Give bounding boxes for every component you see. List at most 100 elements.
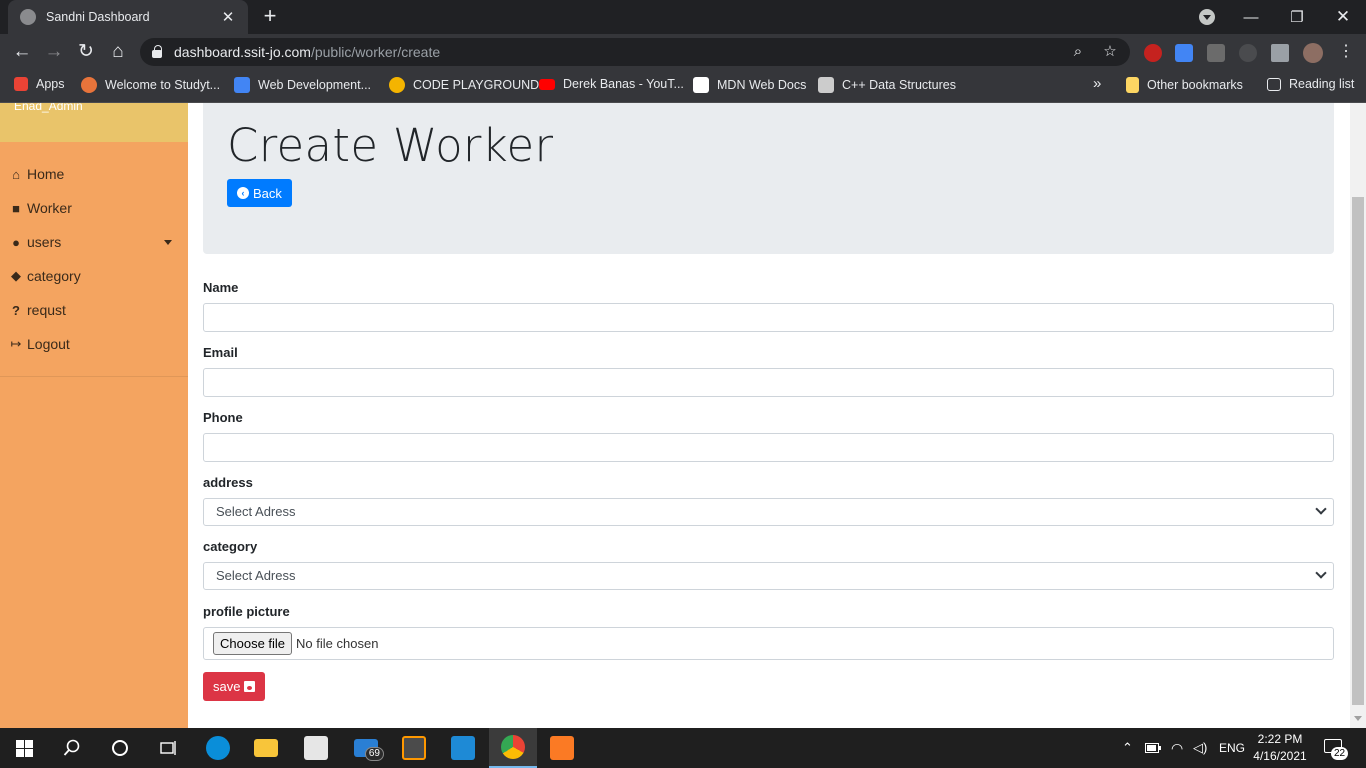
- other-bookmarks[interactable]: Other bookmarks: [1126, 77, 1243, 93]
- sidebar-item-logout[interactable]: ↦ Logout: [8, 333, 180, 355]
- chevron-down-icon: [164, 240, 172, 245]
- bookmark-code-playground[interactable]: CODE PLAYGROUND: [389, 77, 539, 93]
- bookmark-web-development[interactable]: Web Development...: [234, 77, 371, 93]
- task-view-button[interactable]: [144, 728, 192, 768]
- bookmark-studytonight[interactable]: Welcome to Studyt...: [81, 77, 220, 93]
- new-tab-button[interactable]: +: [258, 4, 282, 28]
- forward-arrow-icon[interactable]: →: [42, 40, 66, 64]
- taskbar-mail[interactable]: 69: [342, 728, 390, 768]
- bookmark-mdn[interactable]: MDN Web Docs: [693, 77, 806, 93]
- sidebar-item-label: users: [27, 234, 62, 250]
- translate-extension-icon[interactable]: [1175, 44, 1193, 62]
- choose-file-button[interactable]: Choose file: [213, 632, 293, 655]
- close-tab-icon[interactable]: ✕: [220, 8, 236, 26]
- search-button[interactable]: [48, 728, 96, 768]
- tags-icon: ◆: [11, 268, 21, 283]
- taskbar-vscode[interactable]: [439, 728, 487, 768]
- url-path: /public/worker/create: [310, 44, 441, 60]
- url-bar[interactable]: dashboard.ssit-jo.com/public/worker/crea…: [140, 38, 1130, 66]
- tab-search-icon[interactable]: [1199, 9, 1215, 25]
- minimize-button[interactable]: —: [1228, 0, 1274, 34]
- taskbar-file-explorer[interactable]: [242, 728, 290, 768]
- sidebar-item-category[interactable]: ◆ category: [8, 265, 180, 287]
- profile-picture-input[interactable]: Choose file No file chosen: [203, 627, 1334, 660]
- pen-extension-icon[interactable]: [1207, 44, 1225, 62]
- home-icon: ⌂: [12, 166, 20, 182]
- bookmark-label: Other bookmarks: [1147, 78, 1243, 92]
- chrome-icon: [501, 735, 525, 759]
- back-button[interactable]: ‹ Back: [227, 179, 292, 207]
- more-bookmarks-chevron[interactable]: »: [1093, 75, 1101, 92]
- sidebar-item-label: requst: [27, 302, 66, 318]
- bookmark-apps[interactable]: Apps: [14, 77, 65, 91]
- scroll-down-arrow-icon[interactable]: [1354, 716, 1362, 721]
- scrollbar-thumb[interactable]: [1352, 197, 1364, 705]
- youtube-icon: [539, 78, 555, 90]
- taskbar-edge[interactable]: [194, 728, 242, 768]
- zoom-icon[interactable]: ⌕: [1068, 42, 1088, 62]
- sidebar-item-worker[interactable]: ■ Worker: [8, 197, 180, 219]
- sidebar-item-label: Worker: [27, 200, 72, 216]
- question-icon: ?: [12, 302, 20, 318]
- sidebar-item-requst[interactable]: ? requst: [8, 299, 180, 321]
- sidebar-item-users[interactable]: ● users: [8, 231, 180, 253]
- browser-tab[interactable]: Sandni Dashboard ✕: [8, 0, 248, 34]
- browser-menu-icon[interactable]: ⋮: [1334, 40, 1358, 64]
- extension-red-icon[interactable]: [1144, 44, 1162, 62]
- back-button-label: Back: [253, 185, 282, 201]
- name-field[interactable]: [203, 303, 1334, 332]
- save-button[interactable]: save: [203, 672, 266, 701]
- sign-out-icon: ↦: [10, 336, 22, 351]
- bookmark-label: Reading list: [1289, 77, 1355, 91]
- sidebar-item-label: Logout: [27, 336, 70, 352]
- address-toolbar: ← → ↻ ⌂ dashboard.ssit-jo.com/public/wor…: [0, 34, 1366, 70]
- windows-logo-icon: [15, 739, 33, 757]
- task-view-icon: [160, 741, 176, 755]
- chrome-circle-icon: [389, 77, 405, 93]
- sidebar: Enad_Admin ⌂ Home ■ Worker ● users ◆ cat…: [0, 103, 188, 728]
- home-icon[interactable]: ⌂: [106, 40, 130, 64]
- recycle-extension-icon[interactable]: [1239, 44, 1257, 62]
- input-language[interactable]: ENG: [1219, 728, 1245, 768]
- sidebar-item-home[interactable]: ⌂ Home: [8, 163, 180, 185]
- globe-icon: [20, 9, 36, 25]
- reading-list[interactable]: Reading list: [1267, 77, 1354, 91]
- cortana-button[interactable]: [96, 728, 144, 768]
- cortana-circle-icon: [112, 740, 128, 756]
- page-scrollbar[interactable]: [1350, 103, 1366, 728]
- address-select[interactable]: Select Adress: [203, 498, 1334, 526]
- reload-icon[interactable]: ↻: [74, 40, 98, 64]
- profile-avatar[interactable]: [1303, 43, 1323, 63]
- back-arrow-icon[interactable]: ←: [10, 40, 34, 64]
- email-field[interactable]: [203, 368, 1334, 397]
- taskbar-store[interactable]: [292, 728, 340, 768]
- tray-expand-icon[interactable]: ⌃: [1122, 728, 1136, 768]
- phone-field[interactable]: [203, 433, 1334, 462]
- taskbar-sublime[interactable]: [390, 728, 438, 768]
- wifi-icon[interactable]: ◠: [1171, 728, 1183, 768]
- address-label: address: [203, 475, 253, 490]
- clock-time: 2:22 PM: [1257, 732, 1303, 746]
- lock-icon: [152, 45, 162, 58]
- reading-list-icon: [1267, 77, 1281, 91]
- start-button[interactable]: [0, 728, 48, 768]
- windows-taskbar: 69 ⌃ ◠ ◁) ENG 2:22 PM 4/16/2021 22: [0, 728, 1366, 768]
- volume-icon[interactable]: ◁): [1193, 728, 1207, 768]
- battery-icon[interactable]: [1145, 728, 1161, 768]
- bookmark-cpp-data-structures[interactable]: C++ Data Structures: [818, 77, 956, 93]
- extensions-puzzle-icon[interactable]: [1271, 44, 1289, 62]
- bookmark-star-icon[interactable]: ☆: [1100, 42, 1120, 62]
- close-window-button[interactable]: ✕: [1320, 0, 1366, 34]
- search-icon: [63, 739, 80, 756]
- url-host: dashboard.ssit-jo.com: [174, 44, 311, 60]
- taskbar-clock[interactable]: 2:22 PM 4/16/2021: [1250, 731, 1310, 765]
- chevron-down-icon: [1315, 567, 1327, 579]
- bookmark-label: Derek Banas - YouT...: [563, 77, 684, 91]
- restore-button[interactable]: ❐: [1274, 0, 1320, 34]
- category-select[interactable]: Select Adress: [203, 562, 1334, 590]
- taskbar-chrome[interactable]: [489, 728, 537, 768]
- save-icon: [244, 681, 256, 692]
- bookmark-label: MDN Web Docs: [717, 78, 807, 92]
- bookmark-derek-banas[interactable]: Derek Banas - YouT...: [539, 77, 684, 91]
- taskbar-xampp[interactable]: [538, 728, 586, 768]
